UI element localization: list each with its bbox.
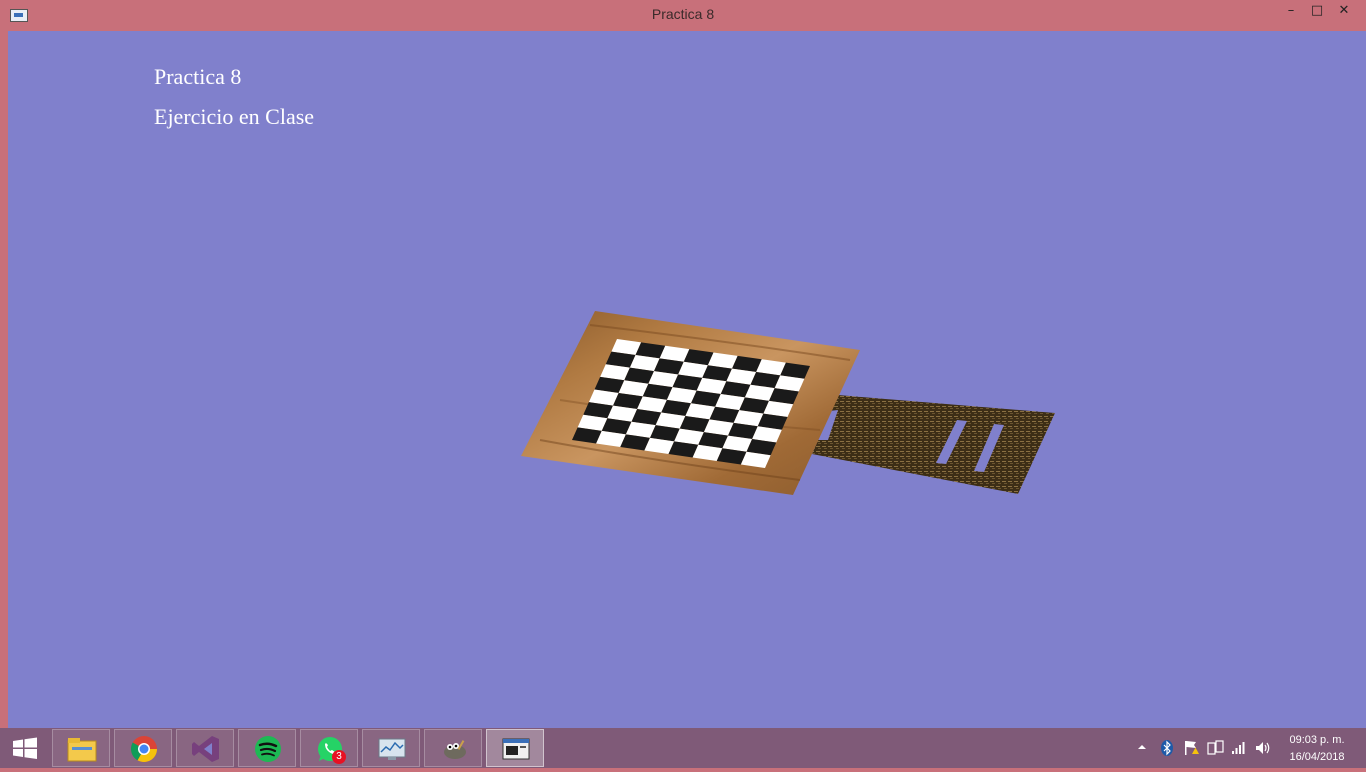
taskbar-gimp[interactable] (424, 729, 482, 767)
taskbar-resource-monitor[interactable] (362, 729, 420, 767)
bluetooth-icon[interactable] (1160, 740, 1174, 756)
signal-icon[interactable] (1231, 740, 1247, 756)
show-hidden-icon[interactable] (1137, 740, 1147, 754)
network-icon[interactable] (1207, 740, 1225, 756)
opengl-window-icon (502, 738, 530, 760)
windows-logo-icon (13, 737, 37, 759)
start-button[interactable] (0, 728, 50, 768)
monitor-icon (378, 738, 406, 760)
clock-date[interactable]: 16/04/2018 (1280, 751, 1354, 763)
taskbar-chrome[interactable] (114, 729, 172, 767)
taskbar-whatsapp[interactable]: 3 (300, 729, 358, 767)
spotify-icon (255, 736, 281, 762)
gimp-icon (444, 740, 466, 759)
window-title: Practica 8 (651, 6, 715, 22)
scene-3d (521, 311, 1055, 495)
action-center-flag-icon[interactable] (1183, 740, 1201, 756)
notification-badge: 3 (332, 750, 346, 764)
opengl-viewport[interactable]: Practica 8 Ejercicio en Clase (8, 31, 1366, 728)
taskbar: 3 09:03 p. m. 16/04/2018 (0, 728, 1366, 768)
chrome-icon (130, 736, 158, 763)
taskbar-practica8[interactable] (486, 729, 544, 767)
volume-icon[interactable] (1255, 740, 1271, 756)
taskbar-file-explorer[interactable] (52, 729, 110, 767)
clock-time[interactable]: 09:03 p. m. (1280, 734, 1354, 746)
folder-icon (67, 738, 97, 762)
taskbar-visual-studio[interactable] (176, 729, 234, 767)
window-titlebar[interactable]: Practica 8 – □ ✕ (0, 0, 1366, 31)
taskbar-spotify[interactable] (238, 729, 296, 767)
paddle-handle (812, 395, 1055, 494)
visual-studio-icon (192, 736, 219, 762)
close-button[interactable]: ✕ (1328, 0, 1360, 22)
